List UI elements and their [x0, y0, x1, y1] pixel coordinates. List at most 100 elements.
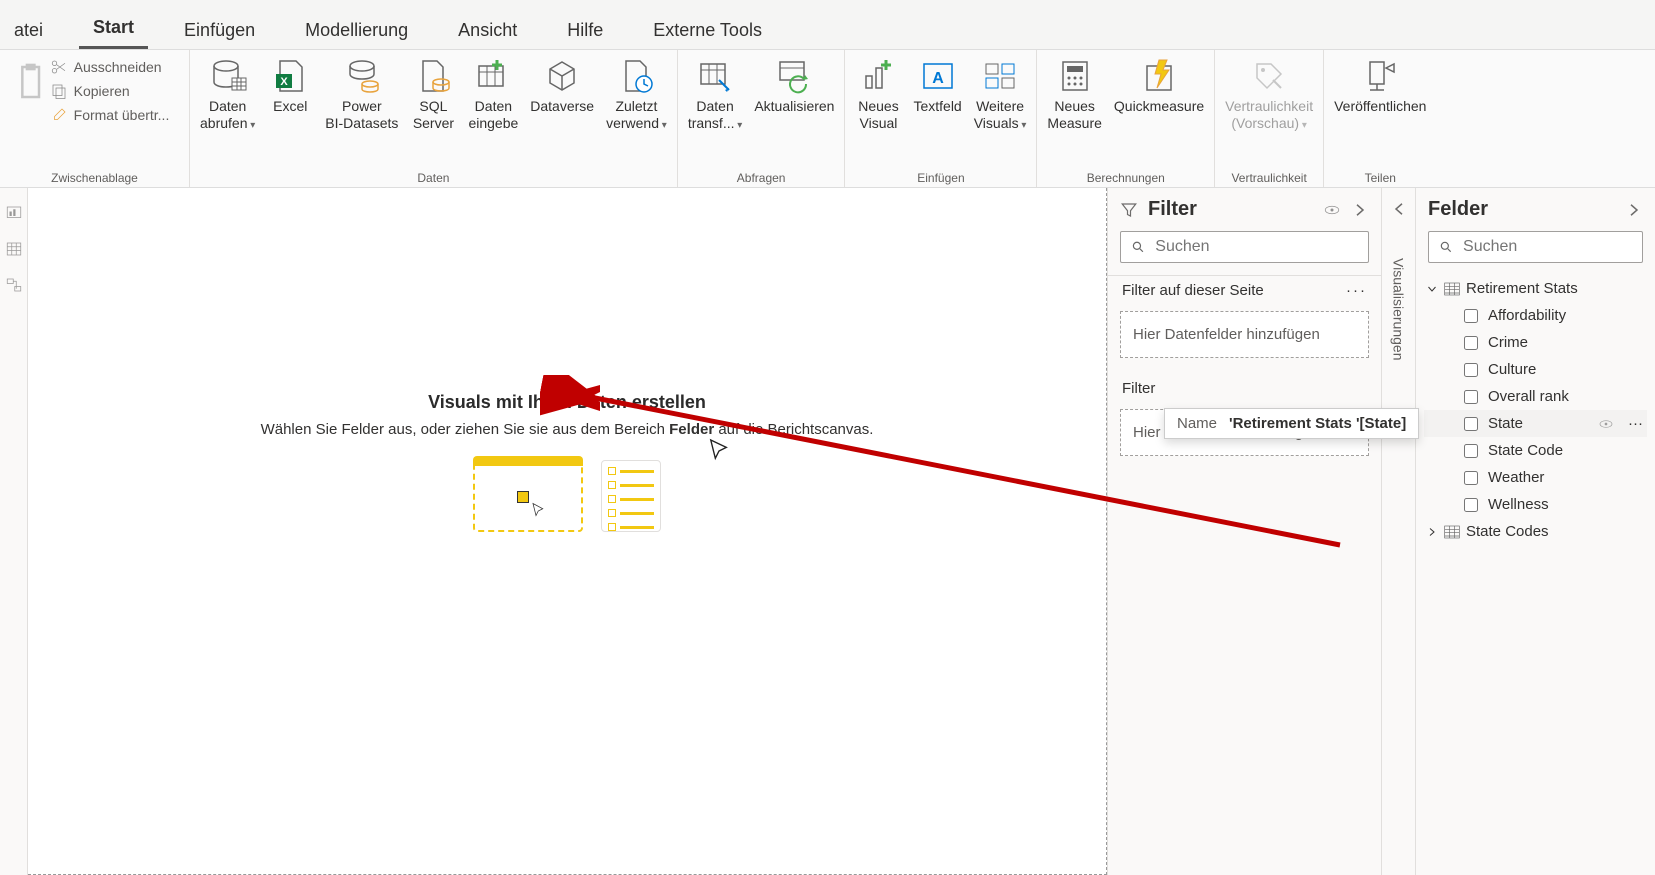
field-weather[interactable]: Weather [1424, 464, 1647, 491]
quick-measure-label: Quickmeasure [1114, 98, 1204, 115]
pb-datasets-label: Power BI-Datasets [325, 98, 398, 132]
publish-button[interactable]: Veröffentlichen [1330, 52, 1430, 119]
publish-label: Veröffentlichen [1334, 98, 1426, 115]
data-view-icon[interactable] [5, 240, 23, 258]
field-crime[interactable]: Crime [1424, 329, 1647, 356]
paste-button[interactable] [7, 58, 61, 106]
more-visuals-label: Weitere Visuals [974, 98, 1027, 132]
tab-hilfe[interactable]: Hilfe [553, 20, 617, 49]
table-label: Retirement Stats [1466, 280, 1578, 297]
quick-measure-button[interactable]: Quickmeasure [1110, 52, 1208, 119]
tag-icon [1249, 56, 1289, 96]
field-tooltip: Name 'Retirement Stats '[State] [1164, 408, 1419, 439]
canvas-hint-sub: Wählen Sie Felder aus, oder ziehen Sie s… [257, 421, 877, 438]
enter-data-button[interactable]: Daten eingebe [464, 52, 522, 136]
table-icon [1444, 525, 1460, 539]
new-measure-label: Neues Measure [1047, 98, 1101, 132]
transform-data-button[interactable]: Daten transf... [684, 52, 747, 136]
page-filter-menu[interactable]: ··· [1346, 282, 1367, 299]
table-retirement-stats[interactable]: Retirement Stats [1424, 275, 1647, 302]
tab-einfuegen[interactable]: Einfügen [170, 20, 269, 49]
sql-server-button[interactable]: SQL Server [406, 52, 460, 136]
table-icon [1444, 282, 1460, 296]
table-label: State Codes [1466, 523, 1549, 540]
field-wellness[interactable]: Wellness [1424, 491, 1647, 518]
recent-icon [616, 56, 656, 96]
textbox-label: Textfeld [913, 98, 961, 115]
report-view-icon[interactable] [5, 204, 23, 222]
fields-pane: Felder Retirement Stats Affordability Cr… [1415, 188, 1655, 875]
tab-ansicht[interactable]: Ansicht [444, 20, 531, 49]
cut-button[interactable]: Ausschneiden [50, 58, 170, 76]
visualizations-label: Visualisierungen [1391, 258, 1407, 360]
fields-title: Felder [1428, 198, 1615, 221]
tab-start[interactable]: Start [79, 17, 148, 49]
visualizations-pane-collapsed[interactable]: Visualisierungen [1381, 188, 1415, 875]
recent-sources-button[interactable]: Zuletzt verwend [602, 52, 671, 136]
tab-modellierung[interactable]: Modellierung [291, 20, 422, 49]
get-data-label: Daten abrufen [200, 98, 255, 132]
expand-left-icon[interactable] [1390, 200, 1408, 218]
sql-icon [413, 56, 453, 96]
textbox-button[interactable]: A Textfeld [909, 52, 965, 119]
more-visuals-button[interactable]: Weitere Visuals [970, 52, 1031, 136]
fields-search-input[interactable] [1463, 238, 1632, 256]
collapse-icon[interactable] [1351, 201, 1369, 219]
context-dots[interactable]: ··· [1628, 415, 1643, 432]
field-affordability[interactable]: Affordability [1424, 302, 1647, 329]
refresh-button[interactable]: Aktualisieren [750, 52, 838, 119]
berechnungen-group-label: Berechnungen [1043, 169, 1208, 187]
database-icon [208, 56, 248, 96]
cut-label: Ausschneiden [74, 59, 162, 75]
einfuegen-group-label: Einfügen [851, 169, 1030, 187]
field-state-code[interactable]: State Code [1424, 437, 1647, 464]
eye-icon[interactable] [1323, 201, 1341, 219]
svg-text:A: A [932, 70, 944, 87]
filter-search-input[interactable] [1155, 238, 1358, 256]
dataverse-button[interactable]: Dataverse [526, 52, 598, 119]
recent-label: Zuletzt verwend [606, 98, 667, 132]
publish-icon [1360, 56, 1400, 96]
vertraulichkeit-group-label: Vertraulichkeit [1221, 169, 1317, 187]
dataverse-icon [542, 56, 582, 96]
tab-datei[interactable]: atei [0, 20, 57, 49]
all-pages-filter-title: Filter [1122, 380, 1155, 397]
copy-label: Kopieren [74, 83, 130, 99]
format-label: Format übertr... [74, 107, 170, 123]
report-canvas[interactable]: Visuals mit Ihren Daten erstellen Wählen… [28, 188, 1107, 875]
search-icon [1439, 239, 1453, 255]
table-state-codes[interactable]: State Codes [1424, 518, 1647, 545]
excel-label: Excel [273, 98, 307, 115]
pb-datasets-button[interactable]: Power BI-Datasets [321, 52, 402, 136]
sensitivity-label: Vertraulichkeit (Vorschau) [1225, 98, 1313, 132]
excel-button[interactable]: X Excel [263, 52, 317, 119]
abfragen-group-label: Abfragen [684, 169, 839, 187]
new-visual-button[interactable]: Neues Visual [851, 52, 905, 136]
new-visual-label: Neues Visual [858, 98, 898, 132]
canvas-illustration [257, 460, 877, 532]
sensitivity-button[interactable]: Vertraulichkeit (Vorschau) [1221, 52, 1317, 136]
field-culture[interactable]: Culture [1424, 356, 1647, 383]
field-state[interactable]: State ··· Name 'Retirement Stats '[State… [1424, 410, 1647, 437]
calc-icon [1055, 56, 1095, 96]
eye-icon [1598, 416, 1614, 432]
fields-search[interactable] [1428, 231, 1643, 263]
format-painter-button[interactable]: Format übertr... [50, 106, 170, 124]
filter-search[interactable] [1120, 231, 1369, 263]
tab-externe[interactable]: Externe Tools [639, 20, 776, 49]
chevron-right-icon [1426, 526, 1438, 538]
collapse-icon[interactable] [1625, 201, 1643, 219]
filter-title: Filter [1148, 198, 1313, 221]
teilen-group-label: Teilen [1330, 169, 1430, 187]
clipboard-group-label: Zwischenablage [6, 169, 183, 187]
page-filter-dropzone[interactable]: Hier Datenfelder hinzufügen [1120, 311, 1369, 358]
chart-icon [858, 56, 898, 96]
textbox-icon: A [918, 56, 958, 96]
model-view-icon[interactable] [5, 276, 23, 294]
search-icon [1131, 239, 1145, 255]
new-measure-button[interactable]: Neues Measure [1043, 52, 1105, 136]
field-overall-rank[interactable]: Overall rank [1424, 383, 1647, 410]
copy-button[interactable]: Kopieren [50, 82, 170, 100]
get-data-button[interactable]: Daten abrufen [196, 52, 259, 136]
sql-label: SQL Server [413, 98, 454, 132]
